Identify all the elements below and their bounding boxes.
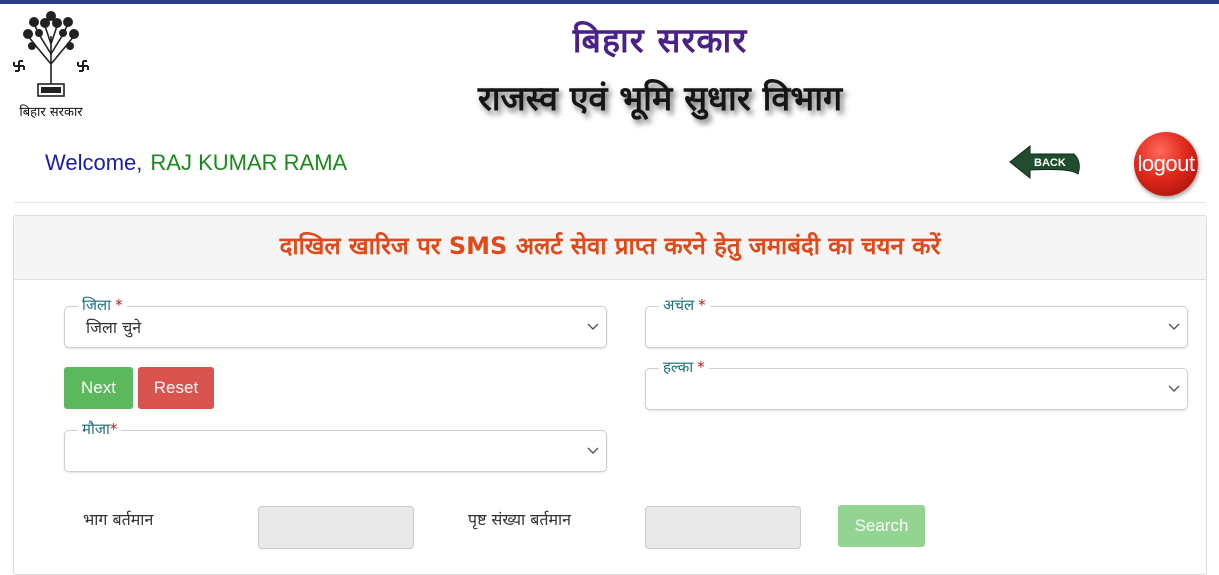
halka-select-box[interactable] [645, 368, 1188, 410]
government-title: बिहार सरकार [572, 21, 748, 61]
chevron-down-icon [587, 323, 599, 330]
required-mark: * [109, 420, 118, 438]
halka-label: हल्का * [659, 357, 709, 377]
chevron-down-icon [587, 447, 599, 454]
required-mark: * [697, 358, 705, 376]
mauja-select-box[interactable] [64, 430, 607, 472]
district-select-box[interactable] [64, 306, 607, 348]
chevron-down-icon [1168, 323, 1180, 330]
district-label-text: जिला [82, 296, 112, 314]
mauja-select[interactable]: मौजा* [64, 419, 607, 472]
department-title: राजस्व एवं भूमि सुधार विभाग [477, 79, 843, 119]
halka-select[interactable]: हल्का * [645, 357, 1188, 410]
reset-button[interactable]: Reset [138, 367, 214, 409]
search-button[interactable]: Search [838, 505, 925, 547]
next-button[interactable]: Next [64, 367, 133, 409]
welcome-message: Welcome, RAJ KUMAR RAMA [45, 150, 347, 176]
welcome-label: Welcome, [45, 150, 143, 175]
bhag-label: भाग बर्तमान [83, 510, 154, 529]
page-number-input[interactable] [645, 506, 801, 549]
mauja-label: मौजा* [78, 419, 122, 439]
bhag-input[interactable] [258, 506, 414, 549]
logout-button[interactable]: logout [1134, 132, 1198, 196]
header-divider [14, 202, 1206, 203]
required-mark: * [698, 296, 706, 314]
mauja-label-text: मौजा [82, 420, 110, 438]
back-label: BACK [1034, 157, 1066, 169]
circle-label-text: अचंल [663, 296, 695, 314]
top-border [0, 0, 1219, 4]
page-number-label: पृष्ट संख्या बर्तमान [468, 510, 572, 529]
chevron-down-icon [1168, 385, 1180, 392]
back-button[interactable]: BACK [1008, 144, 1084, 184]
halka-label-text: हल्का [663, 358, 694, 376]
circle-select[interactable]: अचंल * [645, 295, 1188, 348]
circle-select-box[interactable] [645, 306, 1188, 348]
circle-label: अचंल * [659, 295, 710, 315]
district-label: जिला * [78, 295, 127, 315]
back-arrow-icon: BACK [1009, 144, 1080, 180]
required-mark: * [115, 296, 123, 314]
panel-title: दाखिल खारिज पर SMS अलर्ट सेवा प्राप्त कर… [14, 216, 1206, 280]
district-selected-value: जिला चुने [86, 318, 142, 337]
district-select[interactable]: जिला * जिला चुने [64, 295, 607, 348]
user-name: RAJ KUMAR RAMA [150, 150, 348, 175]
